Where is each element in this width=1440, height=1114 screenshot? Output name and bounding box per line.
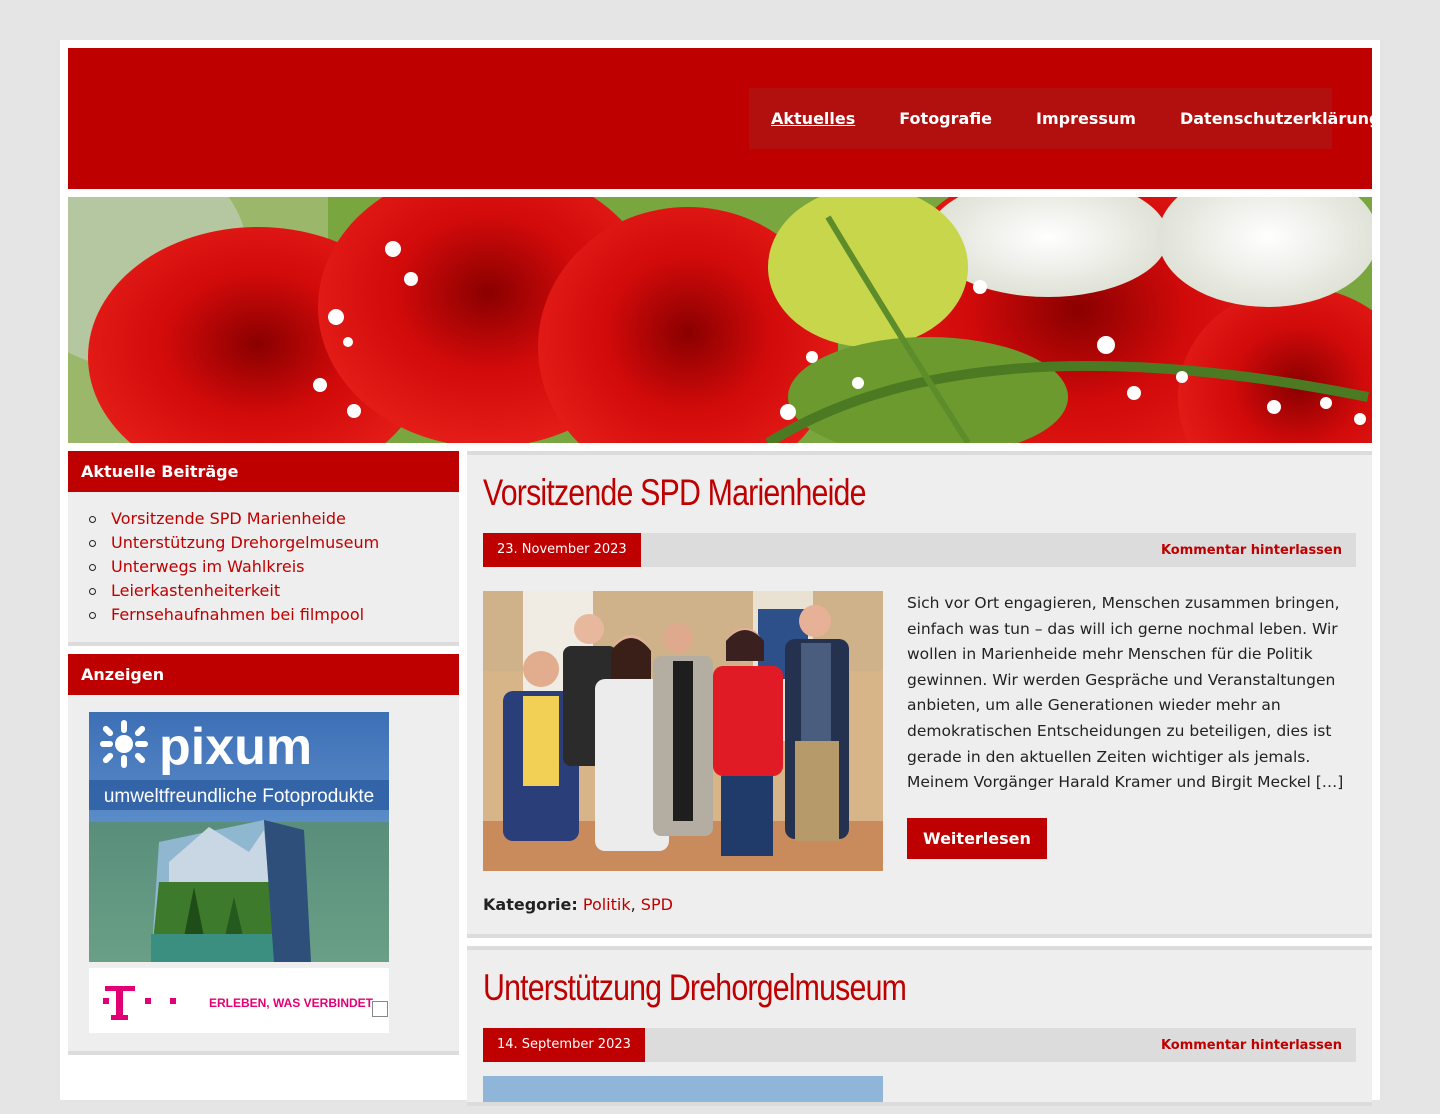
post-body: Sich vor Ort engagieren, Menschen zusamm…	[483, 591, 1356, 871]
post-meta: 14. September 2023 Kommentar hinterlasse…	[483, 1028, 1356, 1062]
svg-text:umweltfreundliche Fotoprodukte: umweltfreundliche Fotoprodukte	[104, 786, 374, 807]
post-meta: 23. November 2023 Kommentar hinterlassen	[483, 533, 1356, 567]
post-date[interactable]: 14. September 2023	[483, 1028, 645, 1062]
broken-image-icon	[372, 1001, 388, 1017]
category-link-spd[interactable]: SPD	[641, 895, 673, 914]
post-categories: Kategorie: Politik, SPD	[483, 895, 673, 914]
category-label: Kategorie:	[483, 895, 578, 914]
pixum-logo-icon	[100, 720, 148, 768]
recent-post-link[interactable]: Vorsitzende SPD Marienheide	[89, 507, 459, 531]
post-excerpt-area: Sich vor Ort engagieren, Menschen zusamm…	[907, 591, 1356, 871]
post-article: Vorsitzende SPD Marienheide 23. November…	[467, 451, 1372, 938]
nav-item-datenschutz[interactable]: Datenschutzerklärung	[1158, 109, 1403, 128]
svg-text:ERLEBEN, WAS VERBINDET.: ERLEBEN, WAS VERBINDET.	[209, 996, 375, 1010]
pixum-ad-banner[interactable]: pixum umweltfreundliche Fotoprodukte	[89, 712, 389, 962]
main-navigation: Aktuelles Fotografie Impressum Datenschu…	[749, 88, 1380, 149]
ads-container: pixum umweltfreundliche Fotoprodukte ERL…	[68, 695, 459, 1051]
recent-post-link[interactable]: Unterwegs im Wahlkreis	[89, 555, 459, 579]
svg-text:pixum: pixum	[159, 718, 312, 776]
telekom-ad-banner[interactable]: ERLEBEN, WAS VERBINDET.	[89, 968, 389, 1033]
post-article: Unterstützung Drehorgelmuseum 14. Septem…	[467, 946, 1372, 1106]
widget-title: Aktuelle Beiträge	[68, 451, 459, 492]
main-content: Vorsitzende SPD Marienheide 23. November…	[467, 451, 1372, 1114]
recent-posts-widget: Aktuelle Beiträge Vorsitzende SPD Marien…	[68, 451, 459, 646]
nav-item-fotografie[interactable]: Fotografie	[877, 109, 1014, 128]
post-title[interactable]: Unterstützung Drehorgelmuseum	[483, 966, 1199, 1010]
post-title[interactable]: Vorsitzende SPD Marienheide	[483, 471, 1199, 515]
ads-widget: Anzeigen pixum umweltfreundliche Fotopro…	[68, 654, 459, 1055]
widget-title: Anzeigen	[68, 654, 459, 695]
read-more-button[interactable]: Weiterlesen	[907, 817, 1047, 859]
category-link-politik[interactable]: Politik	[583, 895, 631, 914]
telekom-logo-icon	[103, 986, 176, 1020]
recent-post-link[interactable]: Fernsehaufnahmen bei filmpool	[89, 603, 459, 627]
site-header: Aktuelles Fotografie Impressum Datenschu…	[68, 48, 1380, 189]
post-date[interactable]: 23. November 2023	[483, 533, 641, 567]
post-thumbnail[interactable]	[483, 1076, 883, 1102]
post-excerpt: Sich vor Ort engagieren, Menschen zusamm…	[907, 594, 1344, 792]
recent-post-link[interactable]: Unterstützung Drehorgelmuseum	[89, 531, 459, 555]
recent-post-link[interactable]: Leierkastenheiterkeit	[89, 579, 459, 603]
header-banner-image	[68, 197, 1372, 443]
recent-posts-list: Vorsitzende SPD Marienheide Unterstützun…	[68, 492, 459, 642]
page: Aktuelles Fotografie Impressum Datenschu…	[60, 40, 1380, 1106]
sidebar: Aktuelle Beiträge Vorsitzende SPD Marien…	[68, 451, 459, 1063]
nav-item-aktuelles[interactable]: Aktuelles	[749, 109, 877, 128]
nav-item-impressum[interactable]: Impressum	[1014, 109, 1158, 128]
leave-comment-link[interactable]: Kommentar hinterlassen	[1161, 543, 1356, 558]
post-thumbnail[interactable]	[483, 591, 883, 871]
leave-comment-link[interactable]: Kommentar hinterlassen	[1161, 1038, 1356, 1053]
